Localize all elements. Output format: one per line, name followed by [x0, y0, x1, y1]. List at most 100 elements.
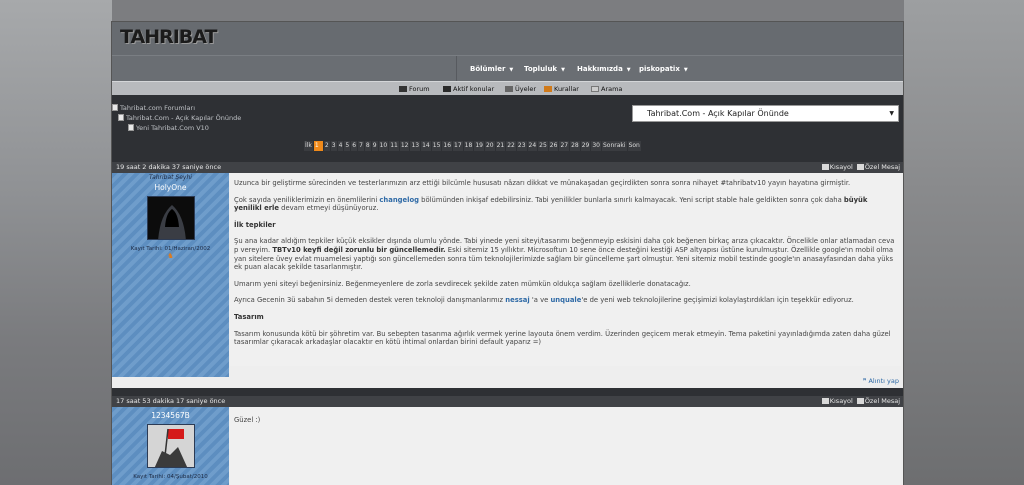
page-link[interactable]: 30 — [591, 141, 601, 151]
section-heading: Tasarım — [234, 312, 264, 321]
username[interactable]: 1234567B — [112, 411, 229, 420]
paragraph: Ayrıca Gecenin 3ü sabahın 5i demeden des… — [234, 296, 897, 305]
post-body: Güzel :) — [230, 407, 901, 485]
page-link[interactable]: 6 — [351, 141, 358, 151]
breadcrumb-item[interactable]: Yeni Tahribat.Com V10 — [112, 123, 241, 133]
content-area: Tahribat.com Forumları Tahribat.Com - Aç… — [112, 95, 903, 485]
user-link[interactable]: unquale — [550, 296, 581, 304]
page-next[interactable]: Sonraki — [602, 141, 627, 151]
page-link[interactable]: 7 — [358, 141, 364, 151]
post-actions: Kısayol Özel Mesaj — [818, 162, 900, 173]
user-link[interactable]: nessaj — [505, 296, 529, 304]
paragraph: Şu ana kadar aldığım tepkiler küçük eksi… — [234, 237, 897, 271]
mail-icon — [856, 164, 864, 170]
subnav-label: Forum — [409, 85, 430, 93]
site-logo[interactable]: TAHRIBAT — [120, 26, 217, 48]
page-link[interactable]: 26 — [548, 141, 559, 151]
page-link[interactable]: 18 — [463, 141, 474, 151]
post: 17 saat 53 dakika 17 saniye önce Kısayol… — [112, 396, 903, 485]
forum-jump-select[interactable]: Tahribat.Com - Açık Kapılar Önünde ▼ — [632, 105, 899, 122]
page-link[interactable]: 27 — [559, 141, 570, 151]
post-time: 19 saat 2 dakika 37 saniye önce — [116, 163, 222, 171]
page-link[interactable]: 25 — [538, 141, 548, 151]
page-link[interactable]: 19 — [474, 141, 484, 151]
page-link[interactable]: 16 — [442, 141, 453, 151]
post-header: 19 saat 2 dakika 37 saniye önce Kısayol Ö… — [112, 162, 903, 173]
quote-reply-button[interactable]: ❞ Alıntı yap — [863, 377, 899, 385]
paragraph: Tasarım — [234, 313, 897, 322]
breadcrumb-item[interactable]: Tahribat.com Forumları — [112, 103, 241, 113]
nav-label: piskopatix — [639, 65, 680, 73]
page-link[interactable]: 5 — [344, 141, 351, 151]
changelog-link[interactable]: changelog — [379, 196, 419, 204]
post-actions: Kısayol Özel Mesaj — [818, 396, 900, 407]
post-author: 1234567B Kayıt Tarihi: 04/Şubat/2010 — [112, 407, 229, 485]
page-last[interactable]: Son — [627, 141, 641, 151]
site-header: TAHRIBAT — [112, 22, 903, 55]
page-link[interactable]: 23 — [516, 141, 527, 151]
page-link[interactable]: 22 — [506, 141, 516, 151]
breadcrumb: Tahribat.com Forumları Tahribat.Com - Aç… — [112, 103, 241, 133]
page-link[interactable]: 20 — [484, 141, 495, 151]
text: Güzel :) — [234, 416, 261, 424]
rules-icon — [544, 86, 552, 92]
nav-divider — [456, 56, 457, 82]
page-container: TAHRIBAT Bölümler ▼ Topluluk ▼ Hakkımızda ▼… — [111, 21, 904, 485]
page-link[interactable]: 10 — [378, 141, 389, 151]
caret-down-icon: ▼ — [509, 67, 514, 73]
post-header: 17 saat 53 dakika 17 saniye önce Kısayol… — [112, 396, 903, 407]
username[interactable]: HolyOne — [112, 183, 229, 192]
folder-icon — [118, 114, 124, 121]
text: Çok sayıda yeniliklerimizin en önemliler… — [234, 195, 380, 204]
paragraph: İlk tepkiler — [234, 221, 897, 230]
nav-hakkimizda[interactable]: Hakkımızda ▼ — [577, 65, 631, 73]
subnav-search[interactable]: Arama — [591, 85, 622, 93]
caret-down-icon: ▼ — [561, 67, 565, 73]
page-link[interactable]: 14 — [421, 141, 431, 151]
page-link[interactable]: 21 — [495, 141, 506, 151]
nav-topluluk[interactable]: Topluluk ▼ — [524, 65, 565, 73]
members-icon — [505, 86, 513, 92]
private-message-link[interactable]: Özel Mesaj — [865, 163, 900, 171]
subnav-members[interactable]: Üyeler — [505, 85, 536, 93]
shortcut-link[interactable]: Kısayol — [830, 397, 853, 405]
page-link[interactable]: 8 — [364, 141, 371, 151]
text: 'e de yeni web teknolojilerine geçişimiz… — [581, 296, 854, 305]
nav-user-menu[interactable]: piskopatix ▼ — [639, 65, 688, 73]
caret-down-icon: ▼ — [626, 67, 631, 73]
avatar — [146, 196, 195, 240]
page-link[interactable]: 9 — [371, 141, 378, 151]
subnav-forum[interactable]: Forum — [399, 85, 430, 93]
page-link[interactable]: 3 — [330, 141, 337, 151]
page-link[interactable]: 12 — [399, 141, 410, 151]
nav-bolumler[interactable]: Bölümler ▼ — [470, 65, 513, 73]
page-first[interactable]: İlk — [304, 141, 313, 151]
post-author: Tahribat Şeyhi HolyOne Kayıt Tarihi: 01/… — [112, 173, 229, 377]
page-link[interactable]: 15 — [431, 141, 442, 151]
page-link[interactable]: 29 — [580, 141, 591, 151]
private-message-link[interactable]: Özel Mesaj — [865, 397, 900, 405]
text: Tasarım konusunda kötü bir şöhretim var.… — [234, 329, 891, 347]
text: devam etmeyi düşünüyoruz. — [279, 204, 379, 213]
page-link[interactable]: 4 — [337, 141, 344, 151]
shortcut-link[interactable]: Kısayol — [830, 163, 853, 171]
paragraph: Umarım yeni siteyi beğenirsiniz. Beğenme… — [234, 280, 897, 289]
page-link[interactable]: 24 — [527, 141, 538, 151]
background-left — [0, 0, 112, 485]
main-nav: Bölümler ▼ Topluluk ▼ Hakkımızda ▼ piskopat… — [112, 55, 903, 82]
forum-icon — [399, 86, 407, 92]
user-title: Tahribat Şeyhi — [149, 174, 192, 181]
forum-jump-value: Tahribat.Com - Açık Kapılar Önünde — [647, 109, 789, 118]
page-link[interactable]: 28 — [570, 141, 580, 151]
subnav-active-topics[interactable]: Aktif konular — [443, 85, 494, 93]
nav-label: Bölümler — [470, 65, 506, 73]
page-link[interactable]: 2 — [323, 141, 330, 151]
breadcrumb-item[interactable]: Tahribat.Com - Açık Kapılar Önünde — [112, 113, 241, 123]
subnav-rules[interactable]: Kurallar — [544, 85, 579, 93]
post-body: Uzunca bir geliştirme sürecinden ve test… — [230, 173, 901, 366]
page-link[interactable]: 17 — [453, 141, 463, 151]
page-link[interactable]: 11 — [389, 141, 399, 151]
page-current[interactable]: 1 — [313, 141, 323, 151]
mail-icon — [856, 398, 864, 404]
page-link[interactable]: 13 — [410, 141, 421, 151]
